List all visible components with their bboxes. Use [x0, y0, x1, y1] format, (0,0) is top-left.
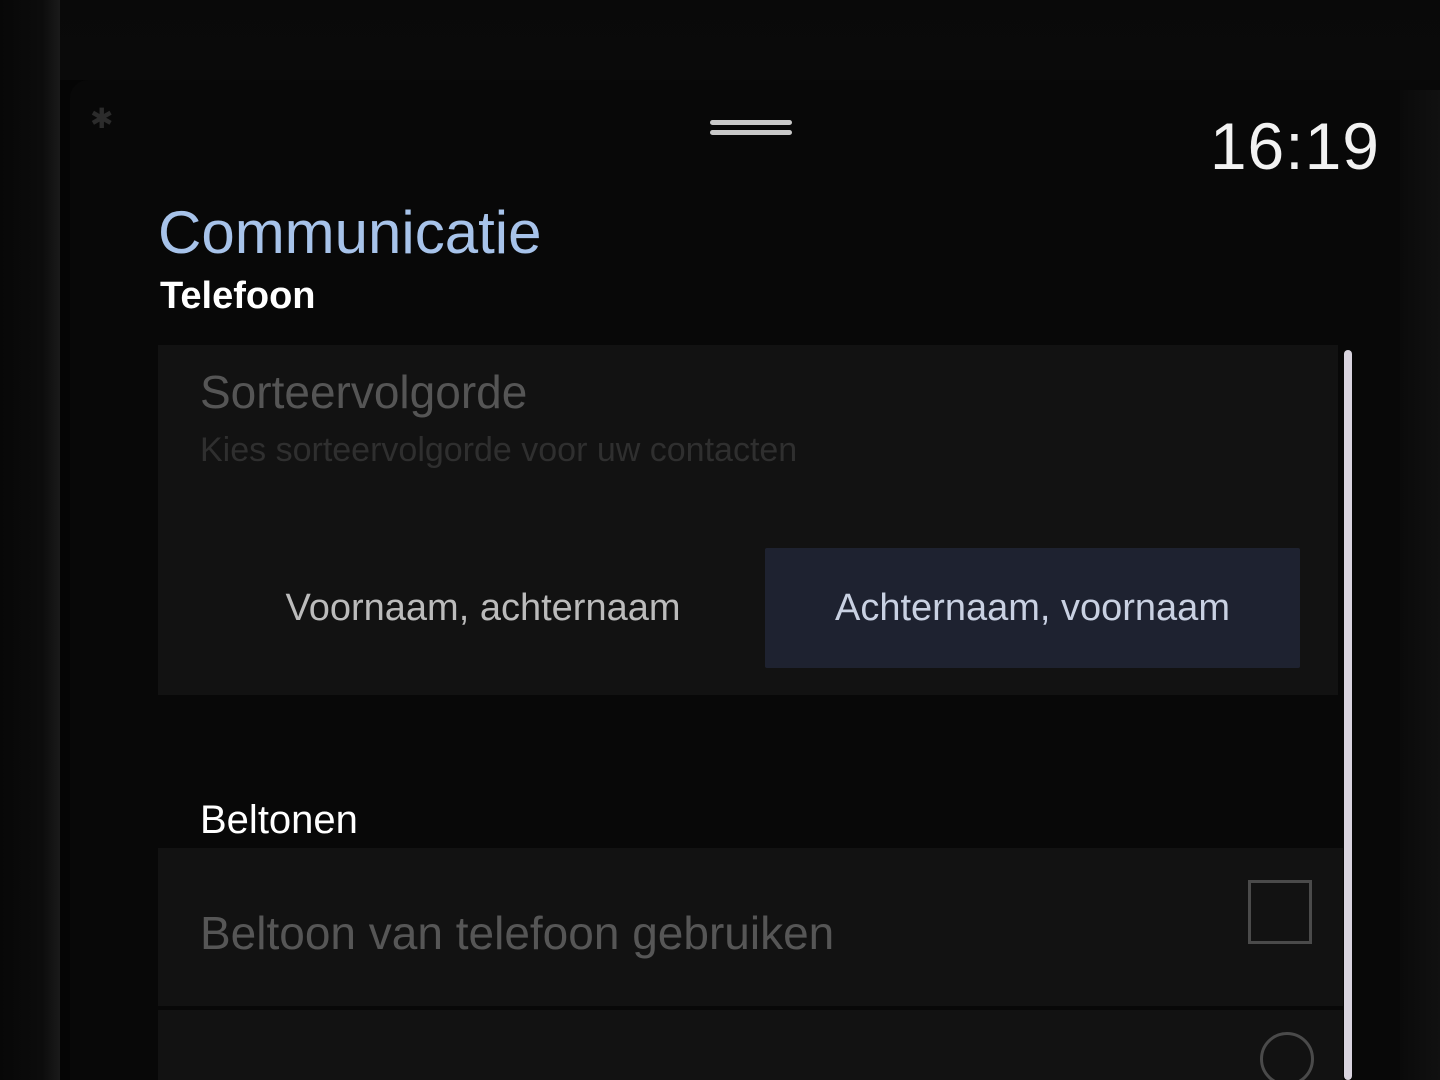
device-bezel-top: [0, 0, 1440, 80]
ringtone-option-radio[interactable]: [1260, 1032, 1314, 1080]
bluetooth-icon: ✱: [90, 103, 114, 134]
sort-option-firstname-lastname[interactable]: Voornaam, achternaam: [238, 548, 728, 668]
device-bezel-left: [0, 0, 60, 1080]
sort-order-description: Kies sorteervolgorde voor uw contacten: [200, 431, 798, 469]
ringtone-phone-checkbox[interactable]: [1248, 880, 1312, 944]
page-subtitle: Telefoon: [160, 275, 316, 317]
sort-option-lastname-firstname[interactable]: Achternaam, voornaam: [765, 548, 1300, 668]
ringtone-phone-label: Beltoon van telefoon gebruiken: [200, 907, 835, 959]
drag-handle-icon[interactable]: [710, 120, 792, 140]
ringtone-phone-row[interactable]: Beltoon van telefoon gebruiken: [158, 848, 1343, 1006]
sort-order-card: Sorteervolgorde Kies sorteervolgorde voo…: [158, 345, 1338, 695]
sort-order-title: Sorteervolgorde: [200, 366, 528, 418]
ringtones-section-title: Beltonen: [200, 798, 358, 842]
ringtone-option-row[interactable]: [158, 1010, 1343, 1080]
screen-right-edge: [1400, 90, 1440, 1080]
page-title: Communicatie: [158, 199, 542, 266]
scrollbar[interactable]: [1344, 350, 1352, 1080]
clock: 16:19: [1209, 109, 1380, 183]
